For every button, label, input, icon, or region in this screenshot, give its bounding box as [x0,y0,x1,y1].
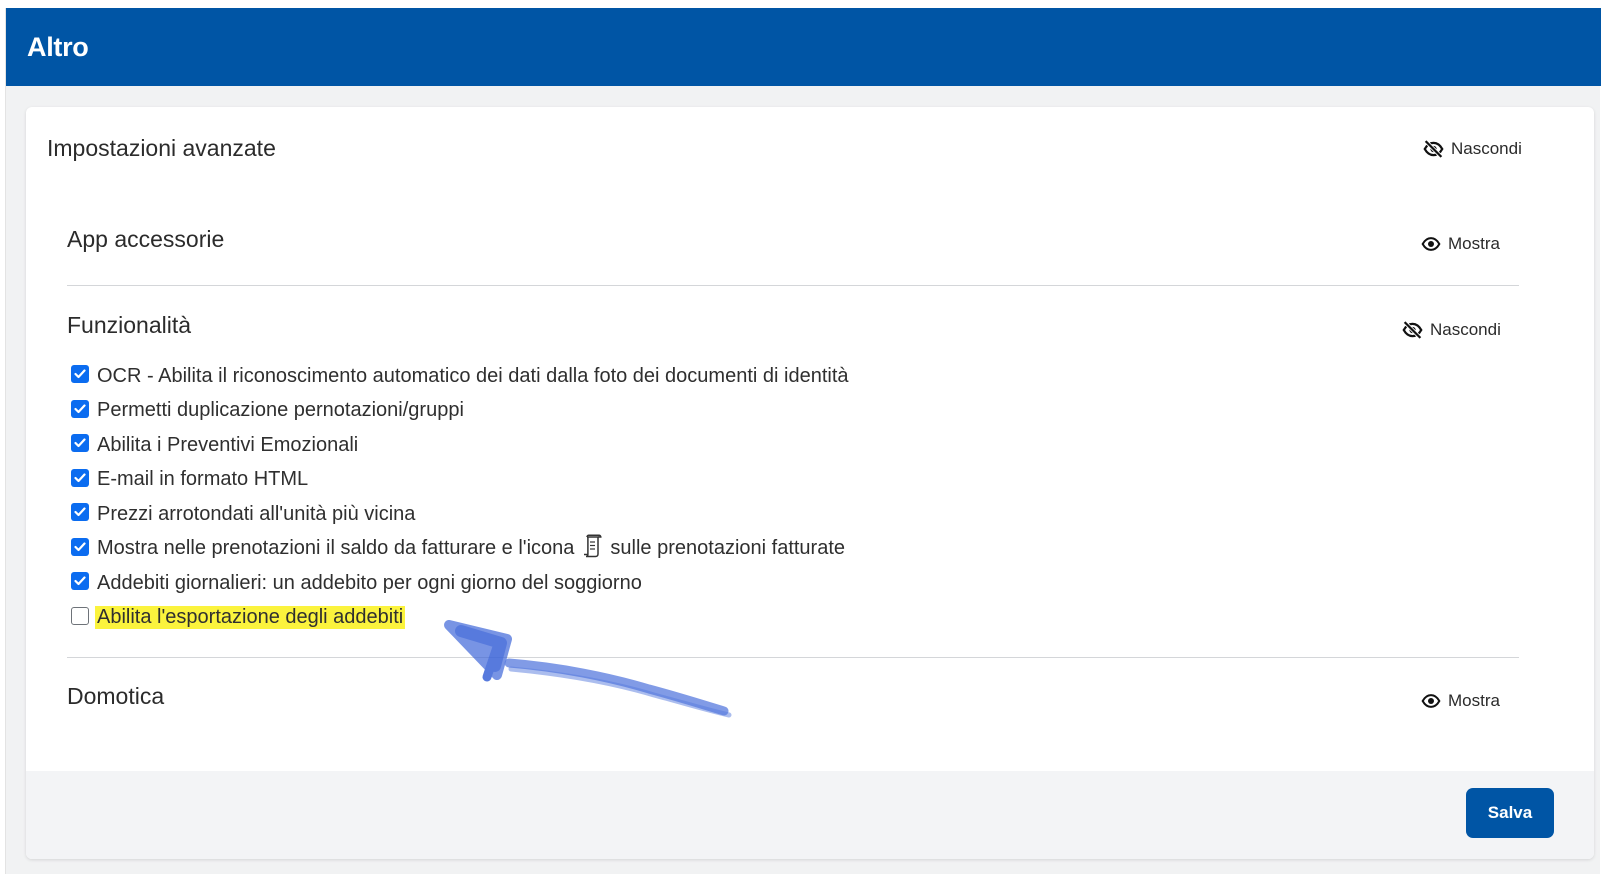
eye-icon [1421,236,1441,252]
app-accessorie-toggle-label: Mostra [1448,234,1500,253]
domotica-show-toggle[interactable]: Mostra [1421,691,1500,711]
option-label: Abilita i Preventivi Emozionali [97,433,359,456]
eye-icon [1421,693,1441,709]
eye-slash-icon [1423,140,1444,158]
save-button[interactable]: Salva [1466,788,1554,838]
page-frame: Altro Impostazioni avanzate Nascondi App… [5,8,1601,874]
card-footer: Salva [26,771,1594,859]
option-label: E-mail in formato HTML [97,468,309,491]
advanced-settings-title: Impostazioni avanzate [47,135,276,161]
html-email-checkbox[interactable] [71,468,89,487]
invoice-scroll-icon [582,534,602,564]
list-item: Abilita l'esportazione degli addebiti [71,601,849,636]
ocr-checkbox[interactable] [71,365,89,384]
advanced-settings-hide-label: Nascondi [1451,139,1522,158]
duplication-checkbox[interactable] [71,399,89,418]
subsection-title-funzionalita: Funzionalità [67,312,192,338]
option-label-suffix: sulle prenotazioni fatturate [610,537,846,560]
list-item: Abilita i Preventivi Emozionali [71,428,849,463]
list-item: Addebiti giornalieri: un addebito per og… [71,566,849,601]
option-label: OCR - Abilita il riconoscimento automati… [97,364,849,387]
list-item: Permetti duplicazione pernotazioni/grupp… [71,394,849,429]
settings-card: Impostazioni avanzate Nascondi App acces… [26,107,1594,859]
divider [67,285,1519,286]
option-label: Prezzi arrotondati all'unità più vicina [97,502,416,525]
page-header: Altro [6,8,1601,86]
list-item: Mostra nelle prenotazioni il saldo da fa… [71,532,849,567]
funzionalita-toggle-label: Nascondi [1430,320,1501,339]
list-item: E-mail in formato HTML [71,463,849,498]
feature-options-list: OCR - Abilita il riconoscimento automati… [71,359,849,635]
list-item: Prezzi arrotondati all'unità più vicina [71,497,849,532]
funzionalita-hide-toggle[interactable]: Nascondi [1402,320,1501,340]
export-charges-checkbox[interactable] [71,606,89,625]
option-label: Permetti duplicazione pernotazioni/grupp… [97,399,464,422]
app-accessorie-show-toggle[interactable]: Mostra [1421,234,1500,254]
emotional-quotes-checkbox[interactable] [71,434,89,453]
subsection-title-app-accessorie: App accessorie [67,226,225,252]
advanced-settings-hide-toggle[interactable]: Nascondi [1423,139,1522,159]
option-label-highlighted: Abilita l'esportazione degli addebiti [95,606,406,630]
option-label: Mostra nelle prenotazioni il saldo da fa… [97,537,575,560]
daily-charges-checkbox[interactable] [71,572,89,591]
subsection-title-domotica: Domotica [67,683,165,709]
domotica-toggle-label: Mostra [1448,691,1500,710]
divider [67,657,1519,658]
option-label: Addebiti giornalieri: un addebito per og… [97,571,642,594]
list-item: OCR - Abilita il riconoscimento automati… [71,359,849,394]
rounded-prices-checkbox[interactable] [71,503,89,522]
page-title: Altro [27,31,89,62]
eye-slash-icon [1402,321,1423,339]
invoice-balance-checkbox[interactable] [71,537,89,556]
